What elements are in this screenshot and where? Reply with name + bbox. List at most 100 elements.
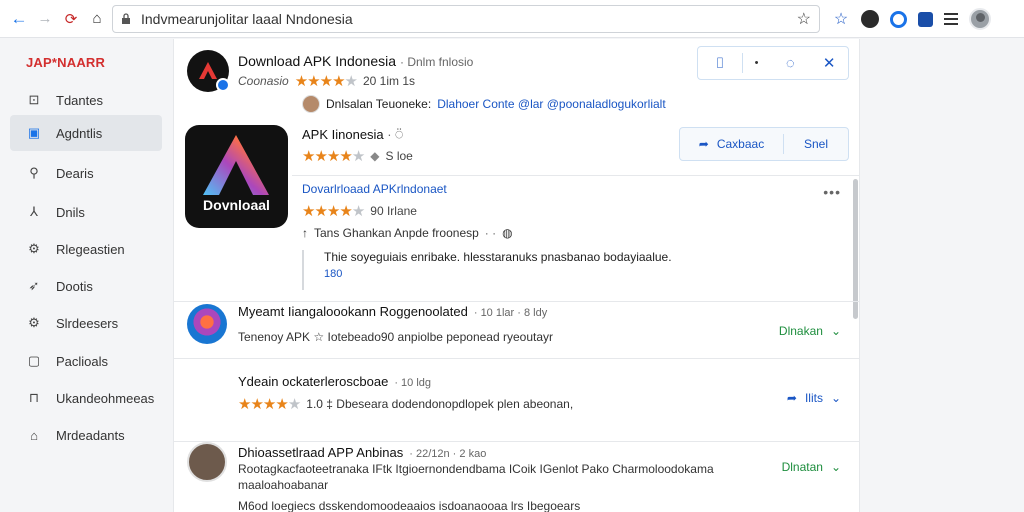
inbox-icon: ⊓ [28,390,40,405]
app-rating: Coonasio ★★★★★ 20 1im 1s [238,72,415,90]
sidebar-item[interactable]: ⚲ Dearis [10,155,162,191]
star-icon: ★ [319,73,333,90]
sidebar-item[interactable]: ➶ Dootis [10,268,162,304]
row-action-button[interactable]: Dlnatan ⌄ [782,460,841,474]
star-icon: ★ [314,203,327,220]
star-icon: ★ [339,203,352,220]
row-action-button[interactable]: Dlnakan ⌄ [779,324,841,338]
developer-link[interactable]: Dlahoer Conte @lar @poonaladlogukorlialt [437,97,666,111]
top-action-group: ⌷ • ◌ ✕ [697,46,849,80]
big-app-title[interactable]: APK Iinonesia · ⍥ [302,127,403,143]
star-icon: ★ [351,203,365,220]
row-link-continued[interactable]: maaloahoabanar [238,478,328,492]
share-icon: ➦ [698,137,709,151]
sidebar: JAP*NAARR ⊡ Tdantes ▣ Agdntlis ⚲ Dearis ⅄ Dnils… [0,39,172,512]
extension-square-icon[interactable] [918,11,933,27]
sidebar-item[interactable]: ▣ Agdntlis [10,115,162,151]
image-icon: ⊡ [28,92,40,107]
box-icon: ▢ [27,353,41,368]
row-line: ★★★★★ 1.0 ‡ Dbeseara dodendonopdlopek pl… [238,396,574,413]
menu-lines-icon[interactable] [944,13,958,25]
lock-icon [122,13,130,24]
app-title[interactable]: Download APK Indonesia · Dnlm fnlosio [238,53,473,69]
developer-avatar [302,95,320,113]
star-icon: ★ [344,73,358,90]
shield-icon: ⌂ [30,427,38,443]
back-arrow-icon[interactable]: ← [8,8,30,30]
star-icon: ★ [302,203,315,220]
bookmark-icon[interactable]: ⌷ [698,47,742,79]
browser-extensions: ☆ [832,6,991,32]
row-title: Dhioassetlraad APP Anbinas · 22/12n · 2 k… [238,445,487,460]
fork-icon: ⅄ [30,204,38,219]
row-link[interactable]: Rootagkacfaoteetranaka IFtk Itgioernonde… [238,462,714,476]
sidebar-item-label: Dootis [56,278,93,294]
star-icon: ★ [307,73,320,90]
list-item[interactable]: Dhioassetlraad APP Anbinas · 22/12n · 2 k… [174,441,859,512]
share-icon: ➦ [786,391,797,405]
star-icon: ★ [339,148,352,165]
apps-icon: ▣ [27,125,41,140]
reload-icon[interactable]: ⟳ [60,8,82,30]
gear-icon: ⚙ [28,315,40,330]
chevron-down-icon: ⌄ [830,324,841,338]
sidebar-item[interactable]: ▢ Paclioals [10,343,162,379]
bookmark-star-icon[interactable]: ☆ [797,9,811,29]
star-icon: ★ [302,148,315,165]
pin-icon: ⚲ [29,165,39,180]
detail-body: Thie soyeguiais enribake. hlesstaranuks … [302,250,732,290]
detail-rating: ★★★★★ 90 Irlane [302,203,417,220]
list-item[interactable]: Ydeain ockaterleroscboae · 10 ldg ★★★★★ 1… [174,358,859,440]
row-avatar-photo [187,442,227,482]
brand-logo-text: JAP*NAARR [26,55,106,70]
sidebar-item[interactable]: ⌂ Mrdeadants [10,417,162,453]
row-action-button[interactable]: ➦ Ilits ⌄ [787,391,841,405]
extension-ring-icon[interactable] [890,10,907,28]
star-icon: ★ [262,396,276,413]
share-button[interactable]: ➦ Caxbaac [680,128,783,160]
sidebar-item-label: Mrdeadants [56,427,125,443]
star-icon: ★ [351,148,365,165]
colorful-a-icon [203,135,269,195]
sidebar-item[interactable]: ⊡ Tdantes [10,82,162,118]
bookmarks-star-icon[interactable]: ☆ [832,10,850,28]
sidebar-item[interactable]: ⅄ Dnils [10,194,162,230]
extension-dark-icon[interactable] [861,10,879,28]
rating-stars: ★★★★★ [295,72,358,90]
row-line: M6od loegiecs dsskendomoodeaaios isdoana… [238,499,581,512]
star-icon: ★ [287,396,301,413]
app-logo[interactable] [187,50,230,92]
profile-avatar[interactable] [969,8,991,30]
reply-icon: ↑ [302,226,308,240]
list-item[interactable]: Myeamt Iiangaloookann Roggenoolated · 10 … [174,301,859,357]
share-send-group: ➦ Caxbaac Snel [679,127,849,161]
more-dots-icon[interactable]: ••• [823,184,841,200]
address-bar[interactable]: Indvmearunjolitar laaal Nndonesia ☆ [112,5,820,33]
send-icon: ➶ [28,278,40,293]
collapse-icon[interactable]: ✕ [810,47,848,79]
detail-meta: ↑ Tans Ghankan Anpde froonesp · · ◍ [302,226,513,240]
drop-small-icon: ◍ [502,226,513,240]
star-icon: ★ [250,396,263,413]
big-app-icon[interactable]: Dovnloaal [185,125,288,228]
sidebar-item[interactable]: ⚙ Slrdeesers [10,305,162,341]
sidebar-item-label: Rlegeastien [56,241,125,257]
home-icon[interactable]: ⌂ [86,8,108,30]
detail-title[interactable]: Dovarlrloaad APKrlndonaet [302,182,447,196]
scrollbar[interactable] [853,179,858,319]
sidebar-item-label: Dnils [56,204,85,220]
more-icon[interactable]: · · [485,226,496,240]
star-icon: ★ [238,396,251,413]
sidebar-item[interactable]: ⊓ Ukandeohmeeas [10,380,162,416]
drop-icon[interactable]: ◌ [771,47,811,79]
developer-line: Dnlsalan Teuoneke: Dlahoer Conte @lar @p… [302,95,666,113]
star-icon: ★ [326,203,340,220]
send-button[interactable]: Snel [784,128,848,160]
row-title: Myeamt Iiangaloookann Roggenoolated · 10 … [238,304,548,319]
forward-arrow-icon[interactable]: → [34,8,56,30]
sidebar-item-label: Agdntlis [56,125,103,141]
sidebar-item[interactable]: ⚙ Rlegeastien [10,231,162,267]
url-text: Indvmearunjolitar laaal Nndonesia [141,11,353,27]
main-panel: Download APK Indonesia · Dnlm fnlosio Coo… [173,39,860,512]
right-gutter [861,39,1024,512]
